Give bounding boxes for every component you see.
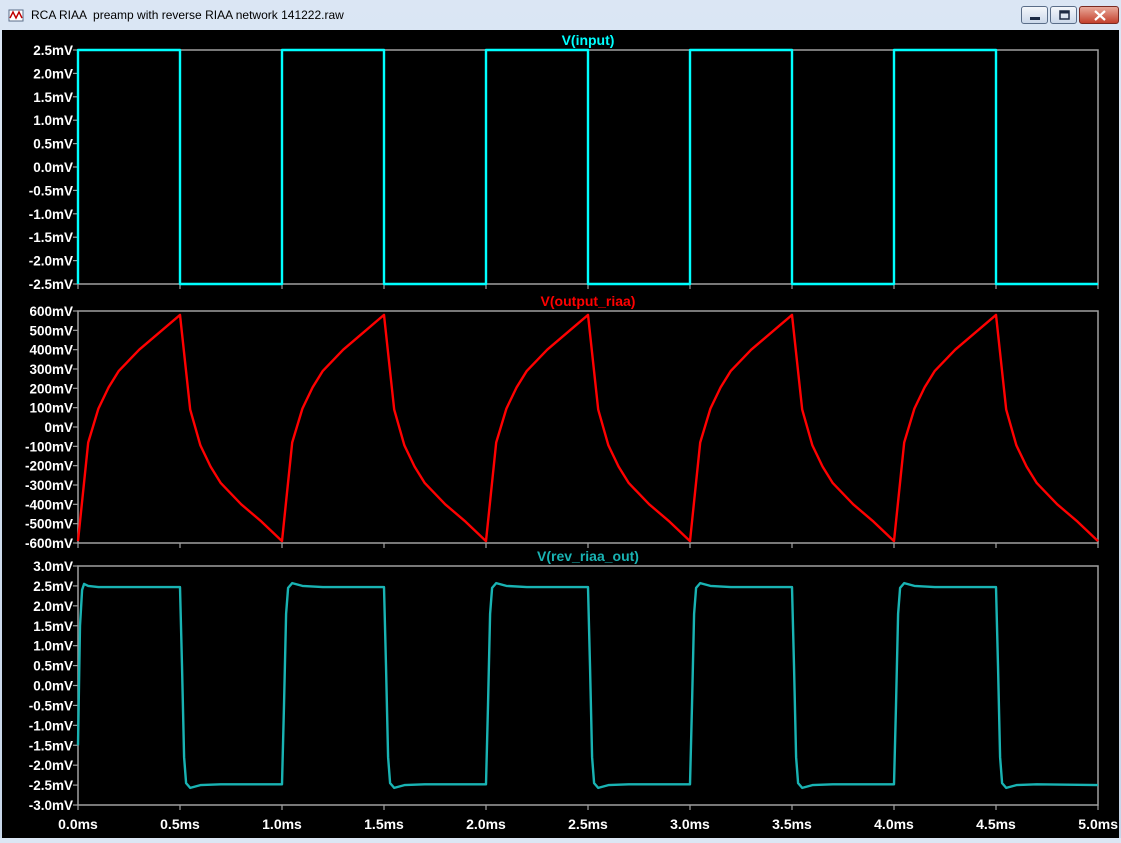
- x-tick-label: 2.0ms: [466, 816, 506, 832]
- y-tick-label-rev-riaa-out: 0.0mV: [33, 679, 73, 694]
- y-tick-label-rev-riaa-out: -1.5mV: [29, 738, 73, 753]
- y-tick-label-output-riaa: 300mV: [29, 362, 73, 377]
- y-tick-label-rev-riaa-out: 3.0mV: [33, 559, 73, 574]
- x-tick-label: 1.5ms: [364, 816, 404, 832]
- x-tick-label: 1.0ms: [262, 816, 302, 832]
- maximize-button[interactable]: [1050, 6, 1077, 24]
- y-tick-label-input: 2.5mV: [33, 43, 73, 58]
- y-tick-label-output-riaa: -400mV: [25, 497, 73, 512]
- y-tick-label-input: 0.5mV: [33, 137, 73, 152]
- series-line-rev-riaa-out: [76, 581, 1099, 790]
- y-tick-label-input: -0.5mV: [29, 183, 73, 198]
- pane-frame-output-riaa: [77, 310, 1099, 544]
- series-line-output-riaa: [76, 313, 1099, 543]
- ltspice-waveform-icon: [8, 7, 24, 23]
- y-tick-label-output-riaa: -100mV: [25, 439, 73, 454]
- x-tick-label: 4.5ms: [976, 816, 1016, 832]
- x-tick-label: 0.0ms: [58, 816, 98, 832]
- window-title: RCA RIAA preamp with reverse RIAA networ…: [31, 8, 344, 22]
- x-tick-label: 2.5ms: [568, 816, 608, 832]
- pane-title-input: V(input): [562, 32, 615, 48]
- y-tick-label-rev-riaa-out: 2.5mV: [33, 579, 73, 594]
- y-tick-label-rev-riaa-out: 1.0mV: [33, 639, 73, 654]
- x-tick-label: 3.5ms: [772, 816, 812, 832]
- y-tick-label-input: -2.5mV: [29, 277, 73, 292]
- plot-area[interactable]: V(input) 2.5mV 2.0mV 1.5mV 1.0mV 0.5mV 0.0mV -0…: [2, 30, 1119, 838]
- y-tick-label-rev-riaa-out: -3.0mV: [29, 798, 73, 813]
- y-tick-label-output-riaa: -500mV: [25, 517, 73, 532]
- pane-title-output-riaa: V(output_riaa): [541, 293, 636, 309]
- title-bar[interactable]: RCA RIAA preamp with reverse RIAA networ…: [0, 0, 1121, 30]
- y-tick-label-input: -2.0mV: [29, 254, 73, 269]
- y-tick-label-input: 0.0mV: [33, 160, 73, 175]
- y-tick-label-rev-riaa-out: 0.5mV: [33, 659, 73, 674]
- y-tick-label-rev-riaa-out: -2.5mV: [29, 778, 73, 793]
- y-tick-label-rev-riaa-out: -0.5mV: [29, 698, 73, 713]
- y-tick-label-output-riaa: -300mV: [25, 478, 73, 493]
- close-button[interactable]: [1079, 6, 1119, 24]
- waveform-chart[interactable]: V(input) 2.5mV 2.0mV 1.5mV 1.0mV 0.5mV 0.0mV -0…: [2, 30, 1119, 838]
- y-tick-label-rev-riaa-out: 1.5mV: [33, 619, 73, 634]
- series-line-input: [76, 48, 1098, 286]
- y-tick-label-rev-riaa-out: -2.0mV: [29, 758, 73, 773]
- x-tick-label: 4.0ms: [874, 816, 914, 832]
- y-tick-label-output-riaa: -600mV: [25, 536, 73, 551]
- y-tick-label-input: -1.5mV: [29, 230, 73, 245]
- y-tick-label-output-riaa: 400mV: [29, 343, 73, 358]
- y-tick-label-output-riaa: 200mV: [29, 381, 73, 396]
- y-tick-label-output-riaa: -200mV: [25, 459, 73, 474]
- x-tick-label: 0.5ms: [160, 816, 200, 832]
- y-tick-label-rev-riaa-out: -1.0mV: [29, 718, 73, 733]
- y-tick-label-output-riaa: 100mV: [29, 401, 73, 416]
- pane-title-rev-riaa-out: V(rev_riaa_out): [537, 548, 639, 564]
- minimize-button[interactable]: [1021, 6, 1048, 24]
- y-tick-label-input: 1.5mV: [33, 90, 73, 105]
- y-tick-label-output-riaa: 600mV: [29, 304, 73, 319]
- y-tick-label-output-riaa: 0mV: [44, 420, 73, 435]
- x-tick-label: 5.0ms: [1078, 816, 1118, 832]
- y-tick-label-rev-riaa-out: 2.0mV: [33, 599, 73, 614]
- y-tick-label-input: 1.0mV: [33, 113, 73, 128]
- x-tick-label: 3.0ms: [670, 816, 710, 832]
- y-tick-label-input: 2.0mV: [33, 66, 73, 81]
- y-tick-label-output-riaa: 500mV: [29, 323, 73, 338]
- y-tick-label-input: -1.0mV: [29, 207, 73, 222]
- window-bottom-border: [0, 838, 1121, 843]
- waveform-viewer-window: RCA RIAA preamp with reverse RIAA networ…: [0, 0, 1121, 843]
